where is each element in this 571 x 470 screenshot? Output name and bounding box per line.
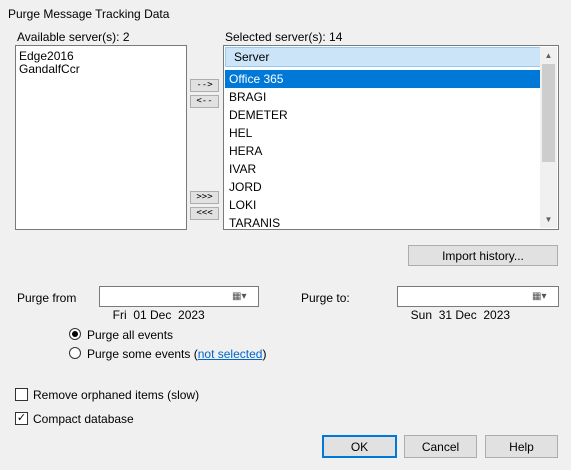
purge-to-date-picker[interactable]: Sun 31 Dec 2023 ▦▾: [397, 286, 559, 322]
purge-from-label: Purge from: [17, 291, 77, 305]
import-history-button[interactable]: Import history...: [408, 245, 558, 266]
server-column-header[interactable]: Server: [225, 47, 542, 67]
calendar-dropdown-icon[interactable]: ▦▾: [232, 290, 252, 304]
table-row[interactable]: HERA: [225, 142, 542, 160]
purge-from-date-value: Fri 01 Dec 2023: [112, 308, 205, 322]
cancel-button[interactable]: Cancel: [404, 435, 477, 458]
table-row[interactable]: BRAGI: [225, 88, 542, 106]
selected-servers-label: Selected server(s): 14: [225, 30, 343, 44]
add-all-servers-button[interactable]: >>>: [190, 191, 219, 204]
help-button[interactable]: Help: [485, 435, 558, 458]
purge-some-events-radio[interactable]: [69, 347, 81, 359]
remove-orphaned-checkbox[interactable]: [15, 388, 28, 401]
purge-some-events-label: Purge some events (not selected): [87, 347, 266, 361]
list-item[interactable]: GandalfCcr: [16, 63, 186, 76]
remove-all-servers-button[interactable]: <<<: [190, 207, 219, 220]
purge-some-events-suffix: ): [262, 347, 267, 361]
calendar-dropdown-icon[interactable]: ▦▾: [532, 290, 552, 304]
dialog-title: Purge Message Tracking Data: [8, 7, 170, 21]
compact-database-label: Compact database: [33, 412, 134, 426]
not-selected-link[interactable]: not selected: [198, 347, 263, 361]
table-row[interactable]: IVAR: [225, 160, 542, 178]
purge-all-events-radio[interactable]: [69, 328, 81, 340]
table-row[interactable]: LOKI: [225, 196, 542, 214]
ok-button[interactable]: OK: [322, 435, 397, 458]
scroll-down-icon[interactable]: ▼: [540, 211, 557, 228]
purge-to-date-value: Sun 31 Dec 2023: [410, 308, 511, 322]
remove-server-button[interactable]: <--: [190, 95, 219, 108]
table-row[interactable]: TARANIS: [225, 214, 542, 229]
table-row-selected[interactable]: Office 365: [225, 70, 542, 88]
purge-from-date-picker[interactable]: Fri 01 Dec 2023 ▦▾: [99, 286, 259, 322]
vertical-scrollbar[interactable]: ▲ ▼: [540, 47, 557, 228]
scrollbar-thumb[interactable]: [542, 64, 555, 162]
add-server-button[interactable]: -->: [190, 79, 219, 92]
table-row[interactable]: HEL: [225, 124, 542, 142]
available-servers-label: Available server(s): 2: [17, 30, 130, 44]
remove-orphaned-label: Remove orphaned items (slow): [33, 388, 200, 402]
selected-servers-list[interactable]: Server Office 365 BRAGI DEMETER HEL HERA…: [223, 45, 559, 230]
compact-database-checkbox[interactable]: ✓: [15, 412, 28, 425]
available-servers-list[interactable]: Edge2016 GandalfCcr: [15, 45, 187, 230]
table-row[interactable]: DEMETER: [225, 106, 542, 124]
table-row[interactable]: JORD: [225, 178, 542, 196]
scroll-up-icon[interactable]: ▲: [540, 47, 557, 64]
purge-to-label: Purge to:: [301, 291, 350, 305]
purge-all-events-label: Purge all events: [87, 328, 174, 342]
purge-some-events-text: Purge some events (: [87, 347, 198, 361]
